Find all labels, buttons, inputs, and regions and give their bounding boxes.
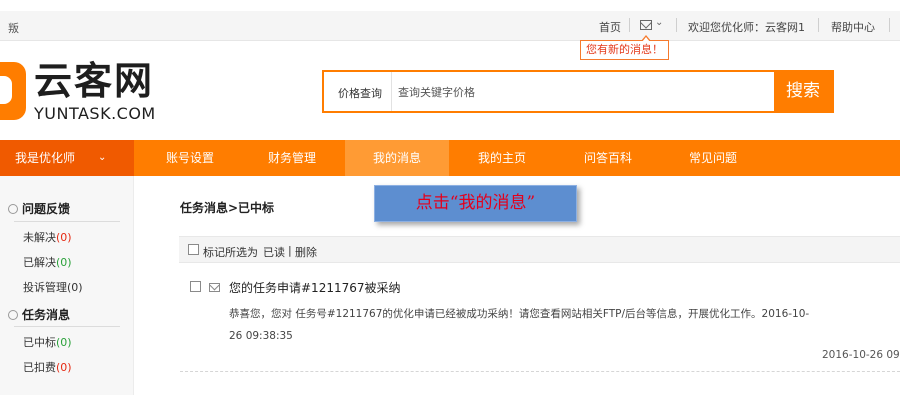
sidebar-item-resolved[interactable]: 已解决(0) [23,254,72,270]
logo-text[interactable]: 云客网 [34,60,154,102]
message-divider [180,371,900,372]
instruction-callout: 点击“我的消息” [374,185,577,222]
role-menu[interactable]: 我是优化师 ⌄ [0,140,134,176]
nav-item-my-homepage[interactable]: 我的主页 [462,140,542,176]
search-category-select[interactable]: 价格查询 [338,85,382,101]
topbar-divider [818,18,819,32]
sidebar-item-count: (0) [56,361,72,374]
sidebar-item-label: 已解决 [23,256,56,269]
new-message-tooltip[interactable]: 您有新的消息！ [580,35,669,60]
sidebar-section-title: 任务消息 [22,308,71,322]
chevron-down-icon: ⌄ [98,152,107,163]
sidebar-item-unresolved[interactable]: 未解决(0) [23,229,72,245]
sidebar-item-label: 已扣费 [23,361,56,374]
main-nav: 我是优化师 ⌄ 账号设置 财务管理 我的消息 我的主页 问答百科 常见问题 [0,140,900,176]
sidebar-item-count: (0) [67,281,83,294]
message-checkbox[interactable] [190,281,201,292]
topbar-left-fragment: 叛 [8,22,19,35]
home-link[interactable]: 首页 [599,19,621,35]
mail-icon[interactable] [640,20,652,30]
select-all-checkbox[interactable] [188,244,199,255]
sidebar-item-label: 已中标 [23,336,56,349]
sidebar-section-task-messages[interactable]: 任务消息 [8,306,70,323]
chevron-down-icon[interactable]: ⌄ [655,17,663,28]
message-body: 恭喜您，您对 任务号#1211767的优化申请已经被成功采纳！请您查看网站相关F… [229,308,810,342]
mark-selected-label: 标记所选为 [203,246,258,259]
message-title[interactable]: 您的任务申请#1211767被采纳 [229,279,401,296]
nav-item-finance[interactable]: 财务管理 [252,140,332,176]
mark-read-button[interactable]: 已读 [263,244,285,260]
sidebar-item-label: 投诉管理 [23,281,67,294]
sidebar-item-won-bid[interactable]: 已中标(0) [23,334,72,350]
sidebar-item-charged[interactable]: 已扣费(0) [23,359,72,375]
sidebar-item-complaints[interactable]: 投诉管理(0) [23,279,83,295]
sidebar-divider [14,326,120,327]
help-center-link[interactable]: 帮助中心 [831,19,875,35]
nav-item-my-messages[interactable]: 我的消息 [345,140,449,176]
top-bar: 叛 首页 ⌄ 欢迎您优化师：云客网1 帮助中心 [0,11,900,41]
task-message-icon [8,310,18,320]
topbar-divider [629,18,630,32]
toolbar-separator: | [288,244,292,257]
search-bar: 价格查询 搜索 [322,70,834,113]
message-date: 2016-10-26 09:38 [822,349,900,361]
envelope-icon [209,283,220,292]
sidebar-item-label: 未解决 [23,231,56,244]
delete-button[interactable]: 删除 [295,244,317,260]
nav-item-qa-wiki[interactable]: 问答百科 [568,140,648,176]
topbar-divider [889,18,890,32]
nav-item-faq[interactable]: 常见问题 [673,140,753,176]
breadcrumb: 任务消息>已中标 [180,201,275,215]
sidebar-item-count: (0) [56,336,72,349]
sidebar-item-count: (0) [56,256,72,269]
search-input[interactable] [398,83,768,101]
logo-subtext: YUNTASK.COM [34,104,156,123]
role-label: 我是优化师 [15,151,76,165]
logo-icon [0,62,26,120]
sidebar-item-count: (0) [56,231,72,244]
search-divider [391,72,392,111]
feedback-icon [8,204,18,214]
sidebar-divider [14,221,120,222]
sidebar: 问题反馈 未解决(0) 已解决(0) 投诉管理(0) 任务消息 已中标(0) 已… [0,176,134,395]
welcome-text: 欢迎您优化师：云客网1 [688,21,805,34]
topbar-divider [676,18,677,32]
message-toolbar: 标记所选为 已读 | 删除 [179,236,900,263]
sidebar-section-feedback[interactable]: 问题反馈 [8,200,70,217]
nav-item-account-settings[interactable]: 账号设置 [150,140,230,176]
sidebar-section-title: 问题反馈 [22,202,71,216]
search-button[interactable]: 搜索 [774,72,832,111]
